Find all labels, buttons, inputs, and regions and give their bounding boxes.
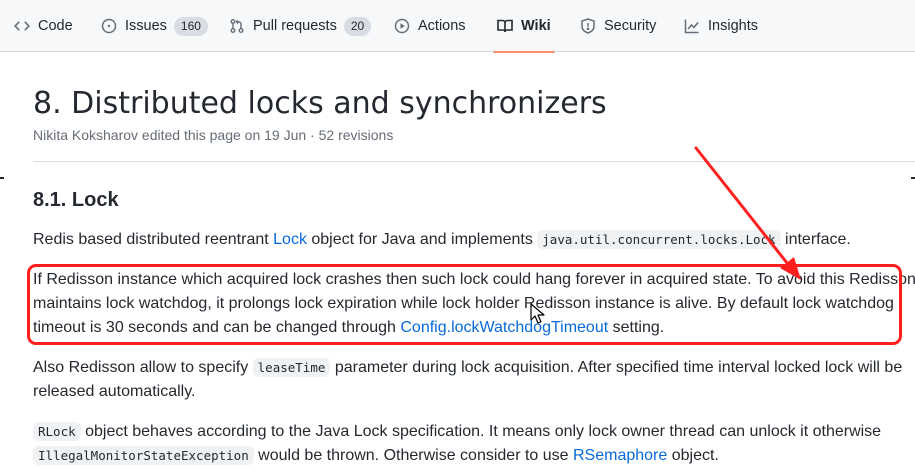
red-arrow-annotation [694, 146, 801, 280]
mouse-pointer-icon [530, 303, 545, 324]
